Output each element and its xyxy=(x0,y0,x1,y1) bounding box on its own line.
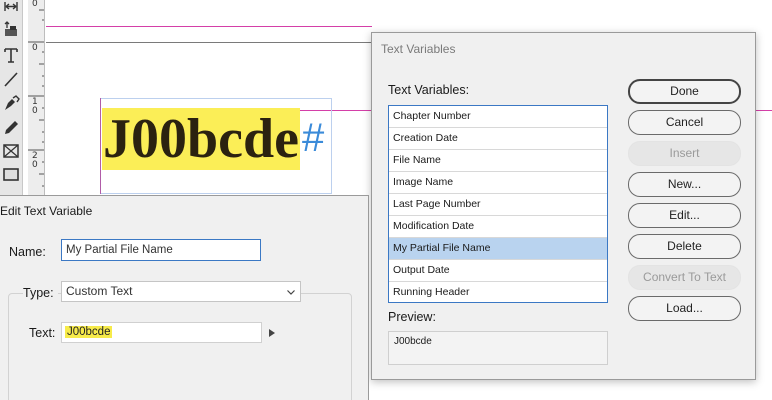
list-item[interactable]: Creation Date xyxy=(389,128,607,150)
text-label: Text: xyxy=(29,326,56,340)
ruler-mark: 0 xyxy=(32,43,38,53)
name-label: Name: xyxy=(9,245,46,259)
horizontal-arrows-icon[interactable] xyxy=(2,0,20,18)
highlighted-text: J00bcde xyxy=(102,108,300,170)
rectangle-tool-icon[interactable] xyxy=(2,166,20,184)
list-item[interactable]: Image Name xyxy=(389,172,607,194)
pen-tool-icon[interactable] xyxy=(2,94,20,112)
list-item[interactable]: File Name xyxy=(389,150,607,172)
text-input[interactable]: J00bcde xyxy=(61,322,262,343)
rectangle-frame-icon[interactable] xyxy=(2,142,20,160)
text-variables-list[interactable]: Chapter Number Creation Date File Name I… xyxy=(388,105,608,303)
margin-guide xyxy=(46,26,372,27)
list-label: Text Variables: xyxy=(388,83,470,97)
type-tool-icon[interactable] xyxy=(2,46,20,64)
sample-text[interactable]: J00bcde# xyxy=(102,108,325,170)
ruler-mark: 2 0 xyxy=(32,151,38,170)
text-variables-dialog: Text Variables Text Variables: Chapter N… xyxy=(371,32,756,380)
load-button[interactable]: Load... xyxy=(628,296,741,321)
page-edge xyxy=(46,42,372,43)
done-button[interactable]: Done xyxy=(628,79,741,104)
type-select-value: Custom Text xyxy=(66,284,133,298)
type-label: Type: xyxy=(23,286,58,300)
list-item[interactable]: Last Page Number xyxy=(389,194,607,216)
list-item[interactable]: Modification Date xyxy=(389,216,607,238)
content-placer-icon[interactable] xyxy=(2,20,20,38)
type-select[interactable]: Custom Text xyxy=(61,281,301,302)
pencil-tool-icon[interactable] xyxy=(2,118,20,136)
list-item[interactable]: Chapter Number xyxy=(389,106,607,128)
ruler-mark: 0 xyxy=(32,0,38,9)
dialog-title: Edit Text Variable xyxy=(0,204,93,218)
frame-edge xyxy=(100,98,101,194)
new-button[interactable]: New... xyxy=(628,172,741,197)
dialog-title: Text Variables xyxy=(381,42,456,56)
selected-text: J00bcde xyxy=(65,326,113,338)
list-item[interactable]: Output Date xyxy=(389,260,607,282)
preview-label: Preview: xyxy=(388,310,436,324)
list-item[interactable]: Running Header xyxy=(389,282,607,302)
convert-to-text-button[interactable]: Convert To Text xyxy=(628,265,741,290)
edit-text-variable-dialog: Edit Text Variable Name: Type: Custom Te… xyxy=(0,195,369,400)
insert-button[interactable]: Insert xyxy=(628,141,741,166)
list-item-selected[interactable]: My Partial File Name xyxy=(389,238,607,260)
line-tool-icon[interactable] xyxy=(2,70,20,88)
name-input[interactable] xyxy=(61,239,261,261)
preview-box: J00bcde xyxy=(388,331,608,365)
end-of-story-marker: # xyxy=(302,116,325,160)
type-group-box xyxy=(8,293,352,400)
ruler-mark: 1 0 xyxy=(32,97,38,116)
chevron-down-icon xyxy=(287,290,295,295)
cancel-button[interactable]: Cancel xyxy=(628,110,741,135)
delete-button[interactable]: Delete xyxy=(628,234,741,259)
edit-button[interactable]: Edit... xyxy=(628,203,741,228)
special-characters-menu-icon[interactable] xyxy=(268,328,276,338)
